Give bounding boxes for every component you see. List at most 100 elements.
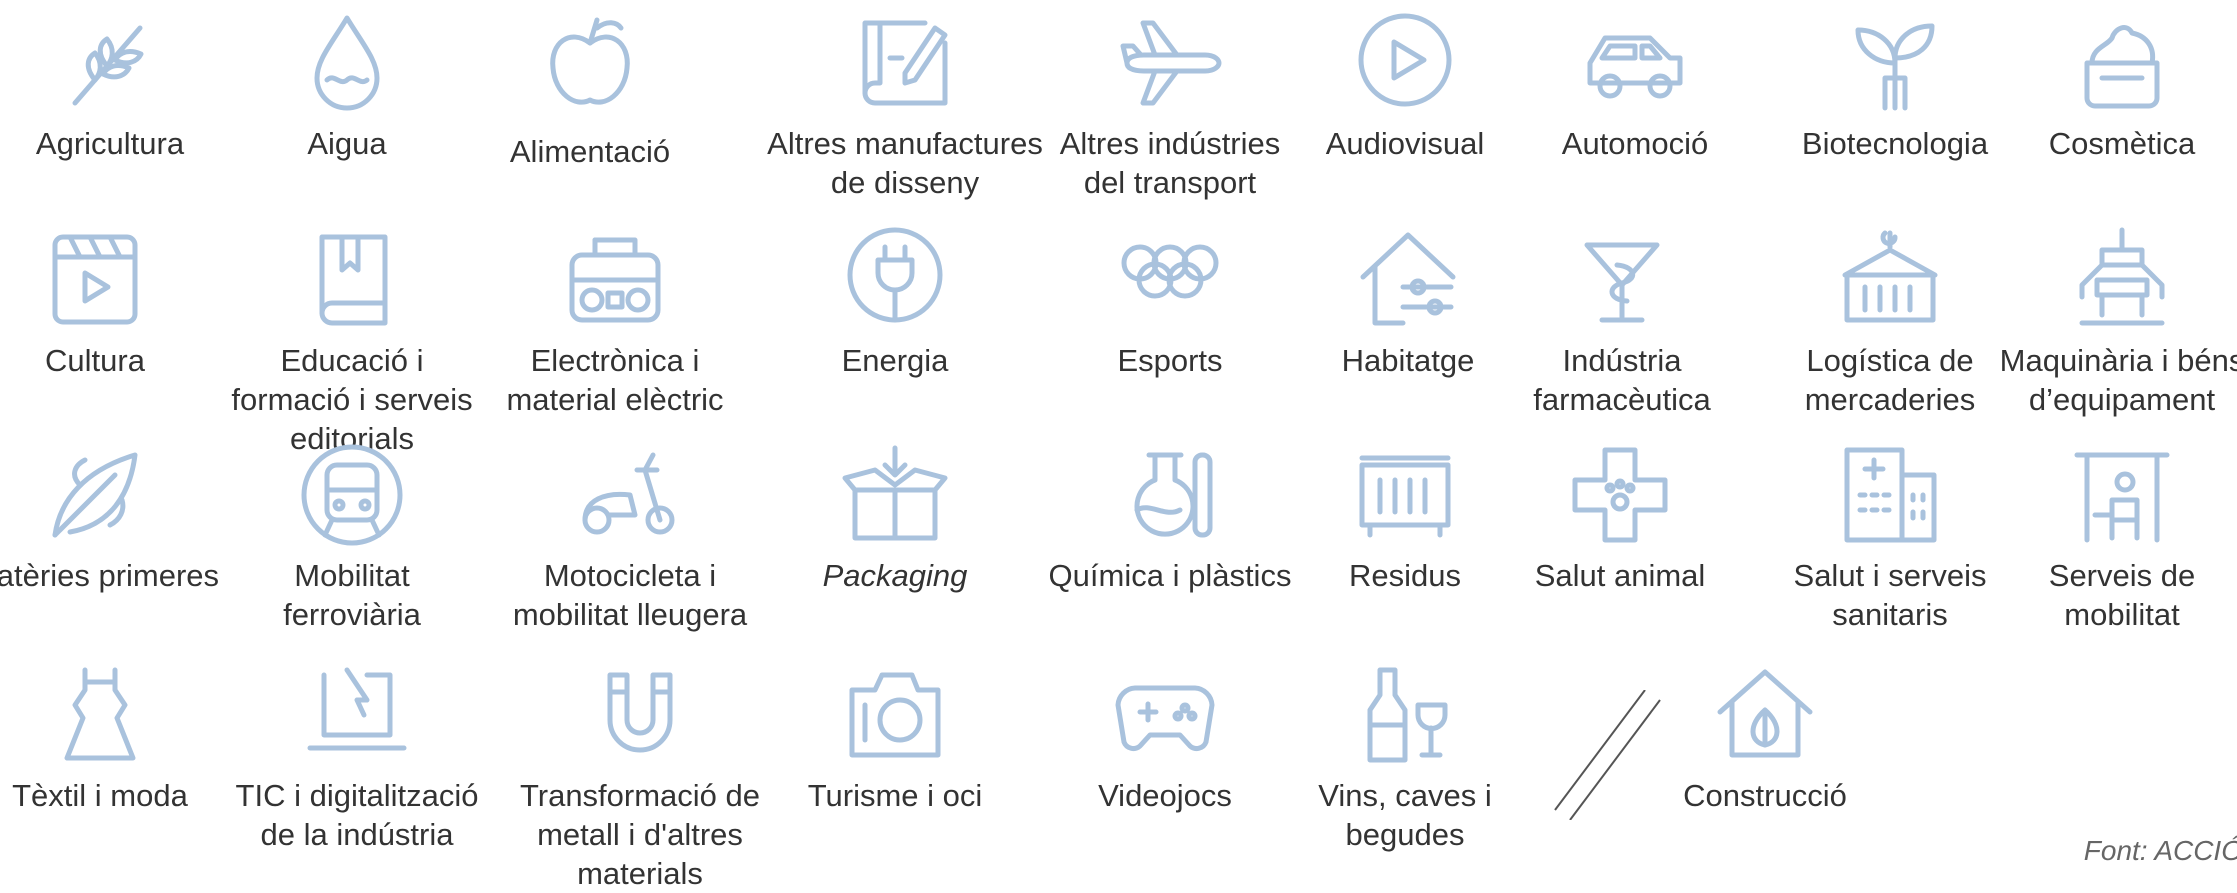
sector-habitatge: Habitatge <box>1283 225 1533 380</box>
sprout-icon <box>1855 23 1935 111</box>
sector-label: Mobilitat ferroviària <box>283 558 421 632</box>
crane-claw-icon <box>2079 227 2165 326</box>
sector-label: Esports <box>1117 343 1223 378</box>
sector-label: Cultura <box>45 343 145 378</box>
leaf-icon <box>52 452 138 538</box>
house-settings-icon <box>1360 232 1456 326</box>
sector-maquinaria: Maquinària i béns d’equipament <box>1997 225 2237 419</box>
sector-label: TIC i digitalització de la indústria <box>235 778 479 852</box>
sector-label: Construcció <box>1683 778 1847 813</box>
sector-quimica: Química i plàstics <box>1045 440 1295 595</box>
sector-label: Serveis de mobilitat <box>2048 558 2196 632</box>
sector-salut-serveis: Salut i serveis sanitaris <box>1765 440 2015 634</box>
book-icon <box>319 234 388 326</box>
play-circle-icon <box>1358 13 1452 107</box>
sector-label: Transformació de metall i d'altres mater… <box>519 778 761 891</box>
sector-label: Química i plàstics <box>1048 558 1292 593</box>
sector-aigua: Aigua <box>222 8 472 163</box>
sector-label: Maquinària i béns d’equipament <box>1999 343 2237 417</box>
sector-materies-primeres: Matèries primeres <box>0 440 220 595</box>
sector-label: Motocicleta i mobilitat lleugera <box>512 558 748 632</box>
sector-construccio: Construcció <box>1640 660 1890 815</box>
eco-house-icon <box>1717 669 1813 758</box>
waste-container-icon <box>1359 455 1451 538</box>
sector-turisme: Turisme i oci <box>770 660 1020 815</box>
sector-label: Vins, caves i begudes <box>1318 778 1492 852</box>
sector-videojocs: Videojocs <box>1040 660 1290 815</box>
magnet-icon <box>607 672 673 753</box>
sector-label: Turisme i oci <box>807 778 983 813</box>
sector-label: Salut animal <box>1534 558 1706 593</box>
gamepad-icon <box>1115 685 1215 751</box>
source-caption: Font: ACCIÓ <box>2083 835 2237 866</box>
box-icon <box>842 445 948 541</box>
sector-mobilitat-ferroviaria: Mobilitat ferroviària <box>222 440 482 634</box>
sector-label: Aigua <box>307 126 387 161</box>
sector-label: Residus <box>1349 558 1461 593</box>
sector-label: Energia <box>841 343 949 378</box>
sector-label: Packaging <box>822 558 968 593</box>
hospital-icon <box>1844 447 1937 543</box>
sector-cultura: Cultura <box>0 225 220 380</box>
dress-icon <box>64 667 136 761</box>
sector-automocio: Automoció <box>1510 8 1760 163</box>
wheat-icon <box>72 25 144 106</box>
pharmacy-cup-icon <box>1584 242 1660 323</box>
sector-label: Logística de mercaderies <box>1804 343 1976 417</box>
sector-agricultura: Agricultura <box>0 8 235 163</box>
sector-label: Cosmètica <box>2048 126 2196 161</box>
sector-label: Salut i serveis sanitaris <box>1793 558 1987 632</box>
clapperboard-icon <box>52 234 138 325</box>
bottle-glass-icon <box>1367 667 1448 763</box>
sector-transformacio-metall: Transformació de metall i d'altres mater… <box>505 660 775 893</box>
sector-energia: Energia <box>770 225 1020 380</box>
apple-icon <box>550 17 630 105</box>
sector-textil: Tèxtil i moda <box>0 660 225 815</box>
sector-label: Biotecnologia <box>1801 126 1989 161</box>
sector-motocicleta: Motocicleta i mobilitat lleugera <box>505 440 755 634</box>
flask-icon <box>1134 452 1213 538</box>
sector-label: Automoció <box>1561 126 1709 161</box>
sector-label: Videojocs <box>1098 778 1232 813</box>
sector-esports: Esports <box>1045 225 1295 380</box>
radio-icon <box>569 237 661 323</box>
sector-packaging: Packaging <box>770 440 1020 595</box>
sector-label: Agricultura <box>35 126 185 161</box>
container-icon <box>1842 230 1938 323</box>
sector-logistica: Logística de mercaderies <box>1765 225 2015 419</box>
sector-label: Habitatge <box>1341 343 1475 378</box>
sector-alimentacio: Alimentació <box>465 8 715 171</box>
sector-serveis-mobilitat: Serveis de mobilitat <box>1997 440 2237 634</box>
sector-label: Altres indústries del transport <box>1059 126 1281 200</box>
plug-icon <box>847 227 943 323</box>
sector-label: Electrònica i material elèctric <box>506 343 724 417</box>
sector-label: Tèxtil i moda <box>12 778 188 813</box>
sector-educacio: Educació i formació i serveis editorials <box>222 225 482 458</box>
sector-label: Audiovisual <box>1325 126 1485 161</box>
sector-label: Matèries primeres <box>0 558 220 593</box>
sector-biotecnologia: Biotecnologia <box>1770 8 2020 163</box>
sector-tic: TIC i digitalització de la indústria <box>227 660 487 854</box>
sector-vins: Vins, caves i begudes <box>1280 660 1530 854</box>
sector-altres-industries-transport: Altres indústries del transport <box>1045 8 1295 202</box>
sector-cosmetica: Cosmètica <box>1997 8 2237 163</box>
cream-jar-icon <box>2084 25 2160 109</box>
blueprint-pencil-icon <box>862 20 948 106</box>
sector-audiovisual: Audiovisual <box>1280 8 1530 163</box>
sector-salut-animal: Salut animal <box>1495 440 1745 595</box>
paw-cross-icon <box>1572 447 1668 543</box>
laptop-cursor-icon <box>307 667 407 751</box>
car-icon <box>1587 35 1683 99</box>
airplane-icon <box>1120 20 1222 106</box>
camera-icon <box>849 672 941 758</box>
olympic-rings-icon <box>1121 244 1219 299</box>
sector-residus: Residus <box>1280 440 1530 595</box>
train-icon <box>301 444 403 546</box>
sector-electronica: Electrònica i material elèctric <box>490 225 740 419</box>
sector-label: Altres manufactures de disseny <box>767 126 1043 200</box>
sector-label: Indústria farmacèutica <box>1533 343 1711 417</box>
sector-farmaceutica: Indústria farmacèutica <box>1497 225 1747 419</box>
sector-label: Alimentació <box>509 134 671 169</box>
water-drop-icon <box>314 15 380 111</box>
bus-stop-icon <box>2074 452 2170 543</box>
